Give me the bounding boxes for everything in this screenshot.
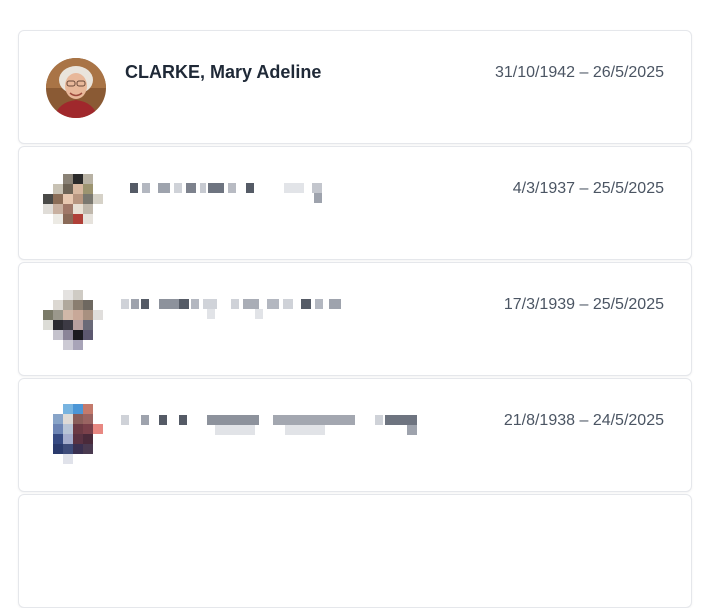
life-dates: 21/8/1938 – 24/5/2025 [503, 412, 664, 429]
life-dates: 4/3/1937 – 25/5/2025 [512, 180, 664, 197]
avatar [43, 404, 103, 470]
portrait-image [46, 58, 106, 118]
pixelated-photo [43, 290, 103, 350]
avatar [43, 290, 103, 350]
pixelated-photo [43, 174, 103, 224]
life-dates: 17/3/1939 – 25/5/2025 [503, 296, 664, 313]
record-card[interactable]: 17/3/1939 – 25/5/2025 [18, 262, 692, 376]
record-card[interactable]: 21/8/1938 – 24/5/2025 [18, 378, 692, 492]
blurred-name [119, 413, 429, 437]
avatar [46, 58, 106, 118]
blurred-name [119, 181, 339, 205]
obituary-list: CLARKE, Mary Adeline 31/10/1942 – 26/5/2… [0, 0, 720, 608]
pixelated-photo [53, 404, 103, 464]
deceased-name[interactable]: CLARKE, Mary Adeline [125, 62, 321, 83]
blurred-name [119, 297, 359, 321]
record-card[interactable] [18, 494, 692, 608]
avatar [43, 174, 103, 234]
record-card[interactable]: 4/3/1937 – 25/5/2025 [18, 146, 692, 260]
record-card[interactable]: CLARKE, Mary Adeline 31/10/1942 – 26/5/2… [18, 30, 692, 144]
life-dates: 31/10/1942 – 26/5/2025 [494, 64, 664, 81]
